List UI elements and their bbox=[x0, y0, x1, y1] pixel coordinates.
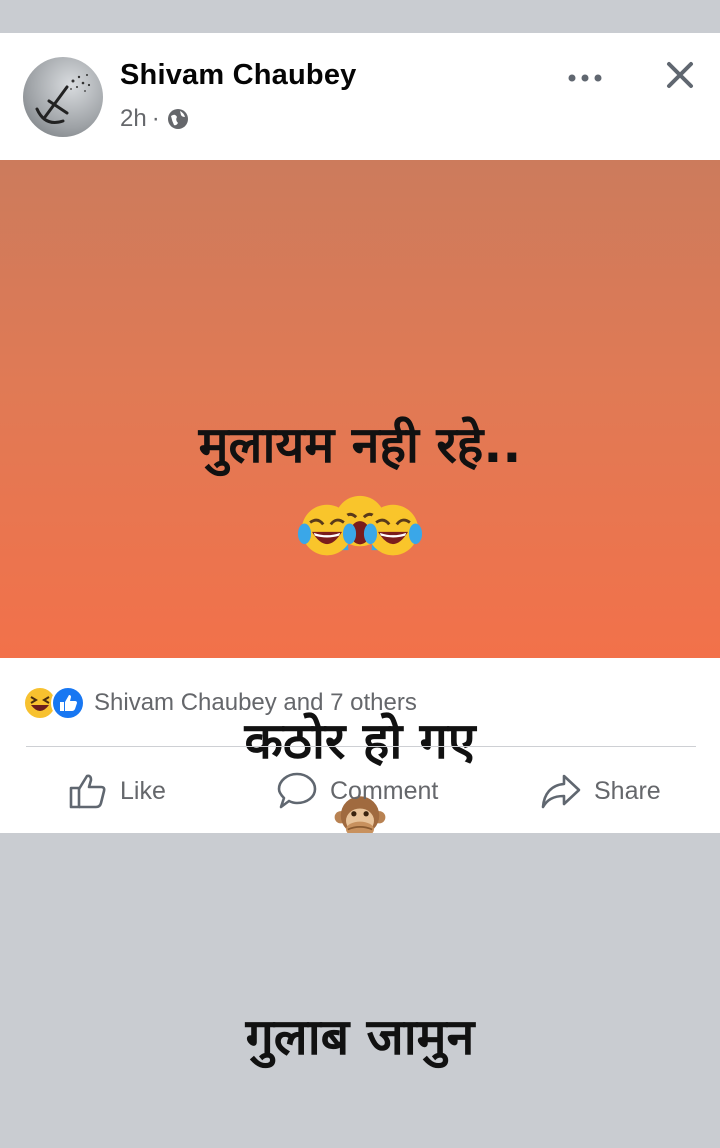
feed-gap-bottom bbox=[0, 833, 720, 856]
reactions-summary[interactable]: Shivam Chaubey and 7 others bbox=[22, 681, 417, 725]
more-options-button[interactable] bbox=[560, 63, 610, 93]
divider bbox=[26, 746, 696, 747]
share-label: Share bbox=[594, 776, 661, 805]
comment-button[interactable]: Comment bbox=[276, 766, 438, 816]
like-button[interactable]: Like bbox=[68, 766, 166, 816]
laughing-tears-icon bbox=[297, 504, 357, 556]
feed-gap-top bbox=[0, 0, 720, 33]
anchor-icon bbox=[35, 74, 91, 124]
text-line-1: मुलायम नही रहे.. bbox=[198, 416, 522, 474]
comment-icon bbox=[277, 772, 317, 809]
post-card: Shivam Chaubey 2h · मुलायम नही रहे.. कठो… bbox=[0, 33, 720, 1066]
emoji-row bbox=[0, 500, 720, 560]
reactions-text[interactable]: Shivam Chaubey and 7 others bbox=[94, 689, 417, 717]
text-line-3: गुलाब जामुन bbox=[245, 1008, 475, 1066]
like-label: Like bbox=[120, 776, 166, 805]
more-dots-icon bbox=[568, 74, 602, 82]
author-name[interactable]: Shivam Chaubey bbox=[120, 59, 357, 92]
globe-icon bbox=[167, 109, 188, 129]
post-content[interactable]: मुलायम नही रहे.. कठोर हो गए गुलाब जामुन bbox=[0, 160, 720, 1066]
post-text-line: कठोर हो गए bbox=[0, 630, 720, 852]
like-reaction-icon bbox=[51, 686, 85, 720]
share-button[interactable]: Share bbox=[540, 766, 661, 816]
comment-label: Comment bbox=[330, 776, 439, 805]
meta-separator: · bbox=[151, 105, 160, 132]
post-text-line: गुलाब जामुन bbox=[0, 926, 720, 1074]
laughing-tears-icon bbox=[363, 504, 423, 556]
close-icon bbox=[667, 62, 693, 88]
thumbs-up-icon bbox=[69, 774, 106, 809]
share-icon bbox=[541, 774, 581, 809]
close-button[interactable] bbox=[658, 53, 702, 97]
post-time[interactable]: 2h bbox=[120, 105, 147, 133]
author-avatar[interactable] bbox=[23, 57, 103, 137]
post-meta: 2h · bbox=[120, 105, 190, 133]
